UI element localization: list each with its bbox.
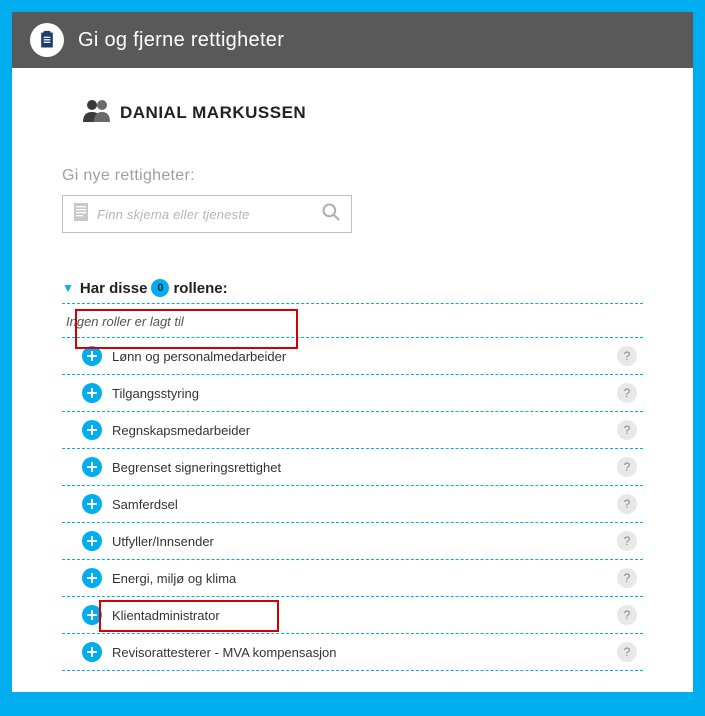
search-icon[interactable] [321, 202, 341, 227]
role-row: Klientadministrator? [62, 597, 643, 634]
role-row: Energi, miljø og klima? [62, 560, 643, 597]
roles-count-badge: 0 [151, 279, 169, 297]
help-button[interactable]: ? [617, 457, 637, 477]
add-role-button[interactable] [82, 494, 102, 514]
role-label: Regnskapsmedarbeider [112, 423, 617, 438]
add-role-button[interactable] [82, 642, 102, 662]
add-role-button[interactable] [82, 346, 102, 366]
role-list: Lønn og personalmedarbeider?Tilgangsstyr… [62, 338, 643, 671]
person-block: DANIAL MARKUSSEN [82, 98, 643, 127]
give-rights-label: Gi nye rettigheter: [62, 167, 643, 185]
role-row: Utfyller/Innsender? [62, 523, 643, 560]
role-label: Utfyller/Innsender [112, 534, 617, 549]
help-button[interactable]: ? [617, 531, 637, 551]
role-row: Samferdsel? [62, 486, 643, 523]
help-button[interactable]: ? [617, 383, 637, 403]
roles-section-header[interactable]: ▼ Har disse 0 rollene: [62, 273, 643, 304]
role-row: Begrenset signeringsrettighet? [62, 449, 643, 486]
add-role-button[interactable] [82, 531, 102, 551]
add-role-button[interactable] [82, 568, 102, 588]
help-button[interactable]: ? [617, 494, 637, 514]
roles-header-suffix: rollene: [173, 280, 227, 297]
role-label: Begrenset signeringsrettighet [112, 460, 617, 475]
help-button[interactable]: ? [617, 568, 637, 588]
role-label: Klientadministrator [112, 608, 617, 623]
add-role-button[interactable] [82, 420, 102, 440]
help-button[interactable]: ? [617, 642, 637, 662]
search-input[interactable] [97, 207, 321, 222]
roles-empty-note: Ingen roller er lagt til [62, 304, 643, 338]
role-label: Samferdsel [112, 497, 617, 512]
role-label: Revisorattesterer - MVA kompensasjon [112, 645, 617, 660]
role-label: Lønn og personalmedarbeider [112, 349, 617, 364]
add-role-button[interactable] [82, 457, 102, 477]
role-label: Energi, miljø og klima [112, 571, 617, 586]
page-header: Gi og fjerne rettigheter [12, 12, 693, 68]
role-label: Tilgangsstyring [112, 386, 617, 401]
help-button[interactable]: ? [617, 420, 637, 440]
role-row: Revisorattesterer - MVA kompensasjon? [62, 634, 643, 671]
help-button[interactable]: ? [617, 346, 637, 366]
role-row: Lønn og personalmedarbeider? [62, 338, 643, 375]
document-icon [73, 202, 89, 227]
people-icon [82, 98, 112, 127]
help-button[interactable]: ? [617, 605, 637, 625]
role-row: Tilgangsstyring? [62, 375, 643, 412]
roles-header-prefix: Har disse [80, 280, 148, 297]
person-name: DANIAL MARKUSSEN [120, 103, 306, 123]
search-box[interactable] [62, 195, 352, 233]
page-title: Gi og fjerne rettigheter [78, 29, 284, 52]
add-role-button[interactable] [82, 383, 102, 403]
clipboard-icon [30, 23, 64, 57]
add-role-button[interactable] [82, 605, 102, 625]
chevron-down-icon: ▼ [62, 281, 74, 295]
role-row: Regnskapsmedarbeider? [62, 412, 643, 449]
